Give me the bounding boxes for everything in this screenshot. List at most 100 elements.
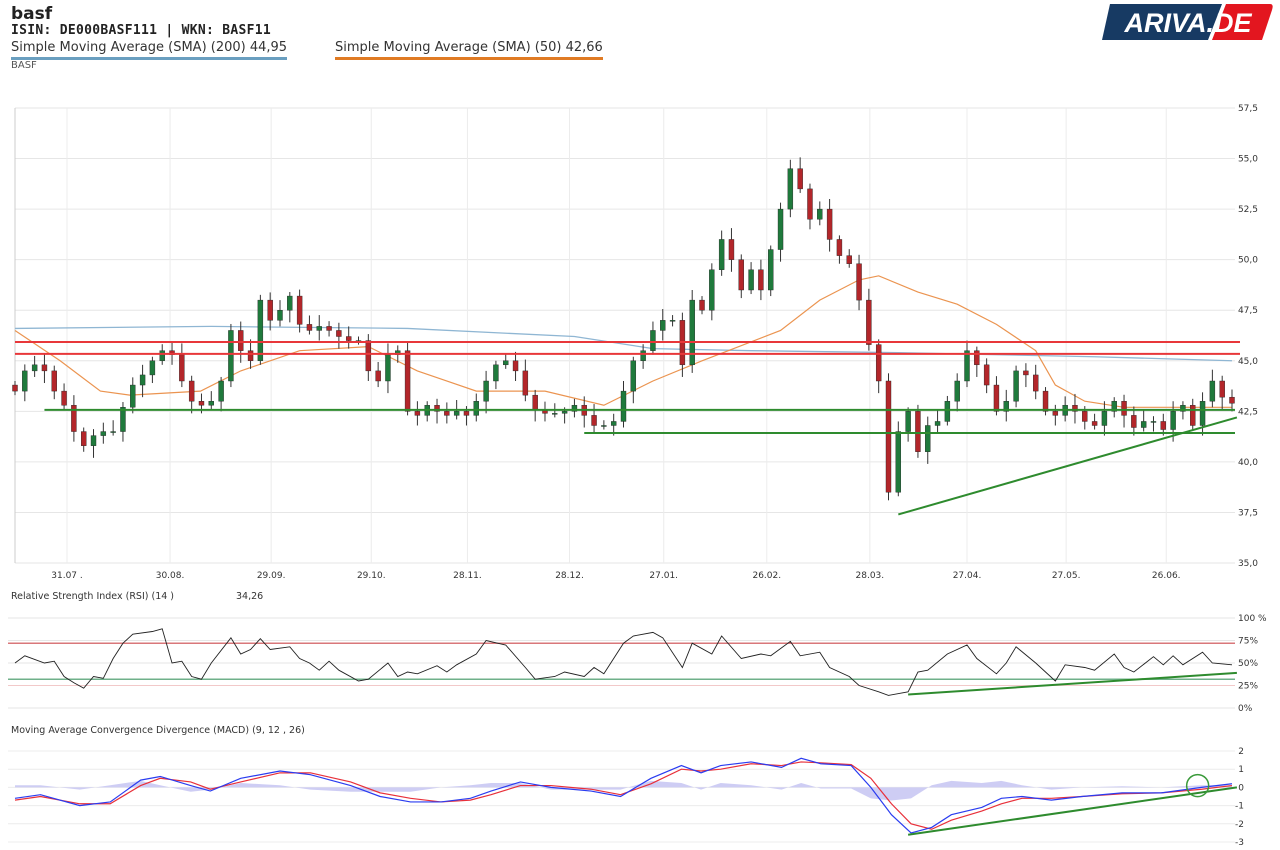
chart-area[interactable]: 35,0 37,5 40,0 42,5 45,0 47,5 50,0 52,5 55,0 57,5… [0, 0, 1280, 850]
candle-body [709, 269, 715, 311]
candle-body [1190, 405, 1196, 426]
candle-body [610, 421, 617, 426]
candle-body [934, 421, 941, 426]
candle-body [444, 411, 450, 416]
candle-body [1033, 374, 1039, 392]
y-tick-label: 50,0 [1238, 256, 1258, 266]
candle-body [247, 350, 254, 361]
candle-body [660, 320, 666, 331]
y-tick-label: 42,5 [1238, 407, 1258, 417]
candle-body [1150, 421, 1157, 423]
candle-body [473, 401, 479, 416]
candle-body [689, 299, 695, 366]
rsi-tick-label: 50% [1238, 659, 1258, 669]
candle-body [198, 401, 205, 406]
candle-body [846, 255, 852, 264]
candle-body [591, 415, 597, 426]
macd-tick-label: 1 [1238, 765, 1244, 775]
y-tick-label: 40,0 [1238, 458, 1258, 468]
candle-body [875, 344, 882, 382]
candle-body [267, 299, 273, 321]
candle-body [895, 431, 902, 493]
candle-body [1082, 411, 1088, 422]
candle-body [130, 384, 136, 408]
candle-body [1042, 390, 1049, 412]
y-tick-label: 47,5 [1238, 306, 1258, 316]
x-tick-label: 27.05. [1052, 571, 1081, 581]
candle-body [856, 263, 862, 301]
candle-body [699, 299, 705, 311]
candle-body [1023, 370, 1029, 376]
candle-body [768, 249, 774, 291]
candle-body [228, 330, 234, 382]
candle-body [915, 411, 921, 452]
candle-body [22, 370, 28, 392]
rsi-title: Relative Strength Index (RSI) (14 ) [11, 591, 174, 602]
x-tick-label: 29.10. [357, 571, 386, 581]
candle-body [512, 360, 519, 372]
candle-body [552, 413, 558, 415]
candle-body [826, 208, 833, 240]
macd-signal-line [14, 761, 1233, 830]
candle-body [326, 326, 332, 331]
candle-body [110, 431, 116, 433]
candle-body [493, 364, 499, 382]
macd-tick-label: -3 [1235, 838, 1244, 848]
macd-title: Moving Average Convergence Divergence (M… [11, 725, 305, 736]
candle-body [787, 168, 794, 210]
y-tick-label: 57,5 [1238, 104, 1258, 114]
sma200-line [14, 325, 1233, 362]
candle-body [188, 380, 195, 402]
macd-tick-label: -1 [1235, 802, 1244, 812]
candle-body [1140, 421, 1147, 428]
x-tick-label: 28.11. [453, 571, 482, 581]
candle-body [306, 324, 313, 331]
candle-body [296, 295, 303, 325]
y-tick-label: 55,0 [1238, 155, 1258, 165]
x-tick-label: 27.01. [649, 571, 678, 581]
candle-body [738, 259, 744, 291]
candle-body [601, 425, 607, 427]
candle-body [925, 425, 931, 452]
rsi-value: 34,26 [236, 591, 263, 602]
candle-body [650, 330, 656, 351]
x-tick-label: 30.08. [156, 571, 185, 581]
candle-body [414, 411, 421, 416]
candle-body [728, 239, 735, 260]
y-tick-label: 37,5 [1238, 508, 1258, 518]
candle-body [718, 239, 725, 270]
candle-body [336, 330, 342, 337]
x-tick-label: 28.12. [555, 571, 584, 581]
candle-body [12, 384, 18, 392]
candle-body [31, 364, 38, 372]
candle-body [120, 407, 126, 432]
candle-body [964, 350, 970, 382]
candle-body [983, 364, 990, 386]
y-tick-label: 45,0 [1238, 357, 1258, 367]
candle-body [1013, 370, 1019, 402]
candle-body [90, 435, 97, 446]
candle-body [1101, 411, 1108, 426]
candle-body [758, 269, 764, 291]
x-tick-label: 31.07 . [51, 571, 83, 581]
candle-body [179, 354, 185, 382]
candle-body [1219, 380, 1225, 398]
candle-body [257, 299, 264, 361]
candle-body [797, 168, 803, 190]
candle-body [1131, 415, 1137, 428]
candle-body [453, 411, 460, 416]
candle-body [993, 384, 1000, 412]
rsi-tick-label: 25% [1238, 682, 1258, 692]
x-tick-label: 28.03. [856, 571, 885, 581]
candle-body [139, 374, 146, 386]
candle-body [149, 360, 156, 376]
macd-tick-label: 2 [1238, 747, 1244, 757]
candle-body [905, 411, 911, 432]
candle-body [866, 299, 872, 345]
candle-body [81, 431, 87, 446]
price-trendline [898, 416, 1238, 516]
candle-body [669, 320, 676, 322]
candle-body [51, 370, 57, 392]
candle-body [159, 350, 165, 361]
candle-body [1229, 396, 1235, 404]
